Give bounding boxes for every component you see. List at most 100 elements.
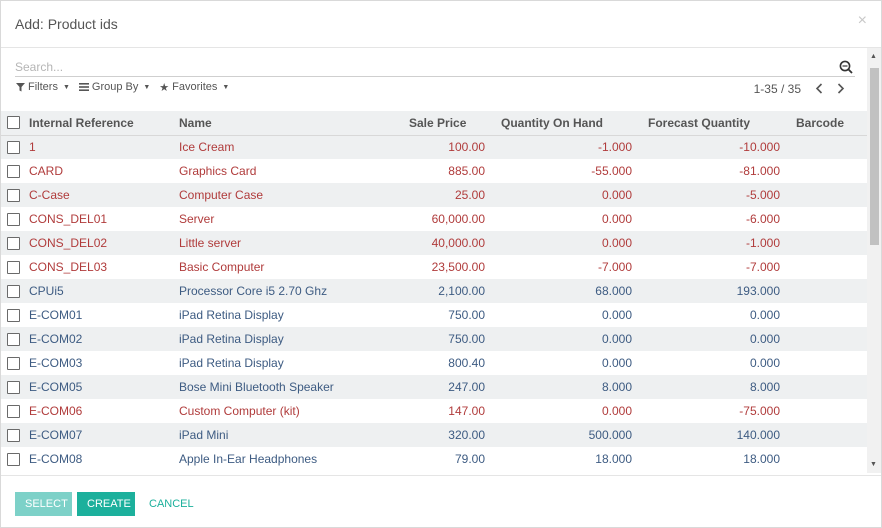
cell-internal-reference[interactable]: E-COM05 (27, 375, 179, 399)
cell-forecast-quantity[interactable]: 0.000 (638, 351, 786, 375)
cell-internal-reference[interactable]: E-COM07 (27, 423, 179, 447)
cell-name[interactable]: Custom Computer (kit) (179, 399, 375, 423)
cell-quantity-on-hand[interactable]: 68.000 (491, 279, 638, 303)
cell-internal-reference[interactable]: C-Case (27, 183, 179, 207)
cell-barcode[interactable] (786, 159, 867, 183)
cell-barcode[interactable] (786, 231, 867, 255)
cell-quantity-on-hand[interactable]: -55.000 (491, 159, 638, 183)
cell-barcode[interactable] (786, 279, 867, 303)
table-row[interactable]: CONS_DEL01 Server 60,000.00 0.000 -6.000 (1, 207, 867, 231)
column-forecast-quantity[interactable]: Forecast Quantity (638, 111, 786, 136)
cell-barcode[interactable] (786, 207, 867, 231)
close-icon[interactable]: × (858, 13, 867, 29)
cell-internal-reference[interactable]: E-COM06 (27, 399, 179, 423)
cell-name[interactable]: Little server (179, 231, 375, 255)
cell-name[interactable]: iPad Mini (179, 423, 375, 447)
cell-forecast-quantity[interactable]: 18.000 (638, 447, 786, 471)
cell-barcode[interactable] (786, 327, 867, 351)
group-by-dropdown[interactable]: Group By ▼ (78, 80, 150, 94)
row-checkbox[interactable] (7, 212, 20, 226)
scrollbar-thumb[interactable] (870, 68, 879, 245)
cell-barcode[interactable] (786, 423, 867, 447)
cell-sale-price[interactable]: 247.00 (375, 375, 491, 399)
cell-quantity-on-hand[interactable]: 0.000 (491, 303, 638, 327)
cell-barcode[interactable] (786, 303, 867, 327)
cell-sale-price[interactable]: 40,000.00 (375, 231, 491, 255)
cell-barcode[interactable] (786, 135, 867, 159)
cancel-button[interactable]: CANCEL (139, 492, 199, 516)
row-checkbox[interactable] (7, 236, 20, 250)
cell-name[interactable]: Bose Mini Bluetooth Speaker (179, 375, 375, 399)
row-checkbox[interactable] (7, 284, 20, 298)
cell-name[interactable]: Apple In-Ear Headphones (179, 447, 375, 471)
column-internal-reference[interactable]: Internal Reference (27, 111, 179, 136)
cell-sale-price[interactable]: 885.00 (375, 159, 491, 183)
scroll-down-icon[interactable]: ▼ (870, 461, 877, 468)
create-button[interactable]: CREATE (77, 492, 135, 516)
cell-internal-reference[interactable]: E-COM03 (27, 351, 179, 375)
cell-barcode[interactable] (786, 399, 867, 423)
row-checkbox[interactable] (7, 260, 20, 274)
select-all-checkbox[interactable] (7, 116, 20, 130)
cell-barcode[interactable] (786, 447, 867, 471)
cell-forecast-quantity[interactable]: -6.000 (638, 207, 786, 231)
cell-forecast-quantity[interactable]: -81.000 (638, 159, 786, 183)
cell-internal-reference[interactable]: E-COM08 (27, 447, 179, 471)
cell-internal-reference[interactable]: E-COM02 (27, 327, 179, 351)
cell-forecast-quantity[interactable]: 8.000 (638, 375, 786, 399)
cell-forecast-quantity[interactable]: -10.000 (638, 135, 786, 159)
cell-sale-price[interactable]: 2,100.00 (375, 279, 491, 303)
column-barcode[interactable]: Barcode (786, 111, 867, 136)
cell-barcode[interactable] (786, 183, 867, 207)
row-checkbox[interactable] (7, 404, 20, 418)
pager-value[interactable]: 1-35 / 35 (754, 82, 801, 96)
cell-sale-price[interactable]: 750.00 (375, 303, 491, 327)
cell-quantity-on-hand[interactable]: 0.000 (491, 207, 638, 231)
cell-name[interactable]: Computer Case (179, 183, 375, 207)
column-name[interactable]: Name (179, 111, 375, 136)
cell-forecast-quantity[interactable]: 0.000 (638, 327, 786, 351)
cell-quantity-on-hand[interactable]: 500.000 (491, 423, 638, 447)
table-row[interactable]: E-COM07 iPad Mini 320.00 500.000 140.000 (1, 423, 867, 447)
cell-barcode[interactable] (786, 351, 867, 375)
row-checkbox[interactable] (7, 140, 20, 154)
select-button[interactable]: SELECT (15, 492, 72, 516)
cell-internal-reference[interactable]: CARD (27, 159, 179, 183)
cell-sale-price[interactable]: 60,000.00 (375, 207, 491, 231)
cell-internal-reference[interactable]: E-COM01 (27, 303, 179, 327)
cell-forecast-quantity[interactable]: -1.000 (638, 231, 786, 255)
cell-name[interactable]: iPad Retina Display (179, 351, 375, 375)
cell-sale-price[interactable]: 147.00 (375, 399, 491, 423)
row-checkbox[interactable] (7, 452, 20, 466)
column-quantity-on-hand[interactable]: Quantity On Hand (491, 111, 638, 136)
row-checkbox[interactable] (7, 188, 20, 202)
cell-forecast-quantity[interactable]: 140.000 (638, 423, 786, 447)
favorites-dropdown[interactable]: ★ Favorites ▼ (159, 80, 229, 94)
table-row[interactable]: CPUi5 Processor Core i5 2.70 Ghz 2,100.00 6… (1, 279, 867, 303)
cell-name[interactable]: Ice Cream (179, 135, 375, 159)
cell-quantity-on-hand[interactable]: -1.000 (491, 135, 638, 159)
table-row[interactable]: E-COM05 Bose Mini Bluetooth Speaker 247.00… (1, 375, 867, 399)
chevron-right-icon[interactable] (837, 82, 845, 96)
cell-barcode[interactable] (786, 255, 867, 279)
cell-name[interactable]: iPad Retina Display (179, 303, 375, 327)
cell-sale-price[interactable]: 800.40 (375, 351, 491, 375)
cell-quantity-on-hand[interactable]: 0.000 (491, 327, 638, 351)
cell-name[interactable]: Server (179, 207, 375, 231)
cell-sale-price[interactable]: 23,500.00 (375, 255, 491, 279)
cell-quantity-on-hand[interactable]: 0.000 (491, 183, 638, 207)
table-row[interactable]: E-COM01 iPad Retina Display 750.00 0.000 0.0… (1, 303, 867, 327)
cell-sale-price[interactable]: 100.00 (375, 135, 491, 159)
table-row[interactable]: E-COM08 Apple In-Ear Headphones 79.00 18.00… (1, 447, 867, 471)
table-row[interactable]: E-COM03 iPad Retina Display 800.40 0.000 0.0… (1, 351, 867, 375)
cell-internal-reference[interactable]: CONS_DEL01 (27, 207, 179, 231)
cell-barcode[interactable] (786, 375, 867, 399)
search-input[interactable] (15, 59, 815, 75)
chevron-left-icon[interactable] (815, 82, 823, 96)
cell-quantity-on-hand[interactable]: 0.000 (491, 351, 638, 375)
cell-quantity-on-hand[interactable]: -7.000 (491, 255, 638, 279)
cell-sale-price[interactable]: 25.00 (375, 183, 491, 207)
cell-forecast-quantity[interactable]: -5.000 (638, 183, 786, 207)
cell-name[interactable]: iPad Retina Display (179, 327, 375, 351)
cell-internal-reference[interactable]: 1 (27, 135, 179, 159)
